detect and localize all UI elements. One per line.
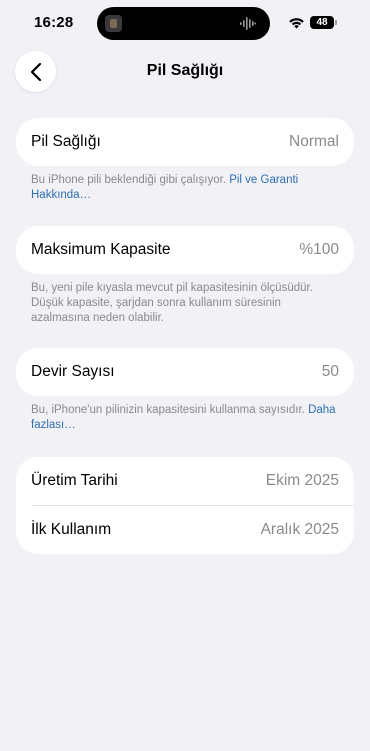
manufacture-date-label: Üretim Tarihi: [31, 472, 118, 489]
cycle-count-label: Devir Sayısı: [31, 363, 115, 380]
cycle-count-value: 50: [321, 363, 339, 380]
status-time: 16:28: [34, 14, 74, 31]
max-capacity-card: Maksimum Kapasite %100: [16, 226, 354, 274]
wifi-icon: [289, 18, 304, 29]
battery-health-row: Pil Sağlığı Normal: [16, 118, 354, 166]
page-title: Pil Sağlığı: [146, 62, 224, 79]
max-capacity-value: %100: [299, 241, 339, 258]
battery-health-screen: 16:28 48 Pil Sağlığı Pil Sağlığı Normal …: [0, 0, 370, 751]
cycle-count-footer: Bu, iPhone'un pilinizin kapasitesini kul…: [31, 403, 341, 433]
dynamic-island[interactable]: [97, 7, 270, 40]
now-playing-artwork-icon: [105, 15, 122, 32]
battery-health-footer: Bu iPhone pili beklendiği gibi çalışıyor…: [31, 173, 341, 203]
dates-card: Üretim Tarihi Ekim 2025 İlk Kullanım Ara…: [16, 457, 354, 554]
cycle-count-row: Devir Sayısı 50: [16, 348, 354, 396]
first-use-value: Aralık 2025: [260, 521, 339, 538]
max-capacity-label: Maksimum Kapasite: [31, 241, 171, 258]
status-bar: 16:28 48: [0, 0, 370, 48]
cycle-count-card: Devir Sayısı 50: [16, 348, 354, 396]
manufacture-date-value: Ekim 2025: [265, 472, 339, 489]
first-use-row: İlk Kullanım Aralık 2025: [16, 506, 354, 554]
audio-waveform-icon: [240, 17, 256, 30]
battery-health-value: Normal: [289, 133, 339, 150]
first-use-label: İlk Kullanım: [31, 521, 112, 538]
max-capacity-row: Maksimum Kapasite %100: [16, 226, 354, 274]
battery-health-card: Pil Sağlığı Normal: [16, 118, 354, 166]
battery-health-label: Pil Sağlığı: [31, 133, 101, 150]
battery-health-footer-text: Bu iPhone pili beklendiği gibi çalışıyor…: [31, 174, 230, 186]
max-capacity-footer: Bu, yeni pile kıyasla mevcut pil kapasit…: [31, 282, 313, 324]
cycle-count-footer-text: Bu, iPhone'un pilinizin kapasitesini kul…: [31, 404, 309, 416]
manufacture-date-row: Üretim Tarihi Ekim 2025: [16, 457, 354, 505]
battery-icon: 48: [310, 16, 337, 29]
